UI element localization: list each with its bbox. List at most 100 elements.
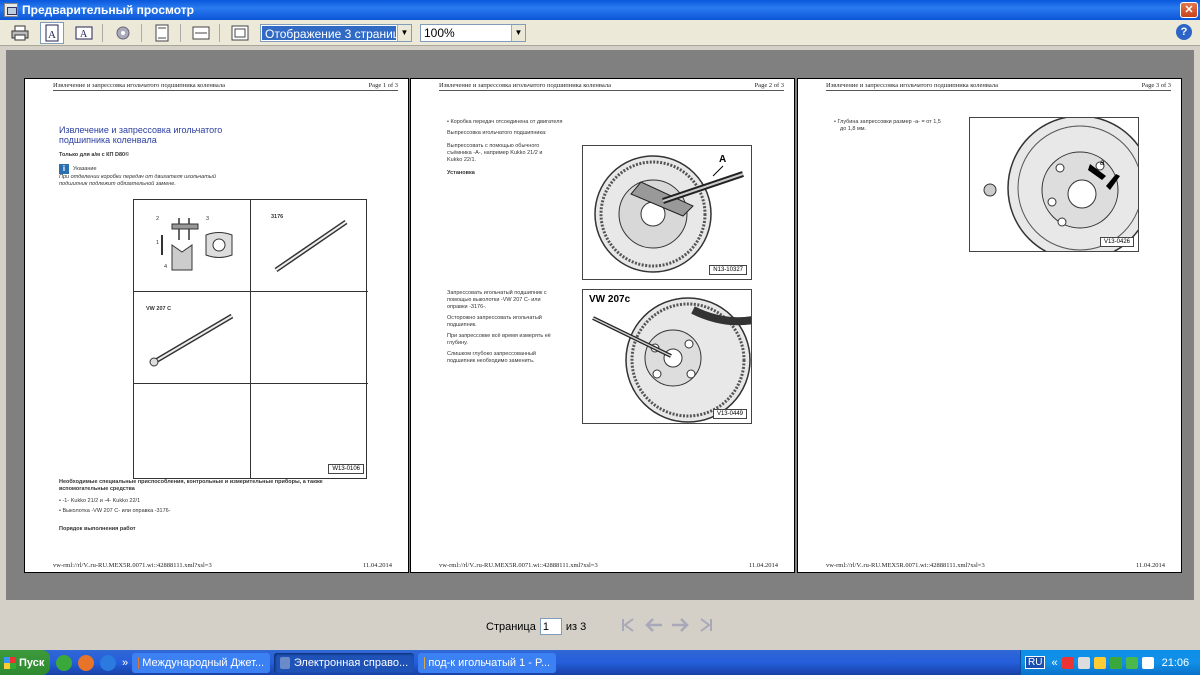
portrait-button[interactable]: A xyxy=(40,21,64,44)
figure-code: N13-10327 xyxy=(709,265,747,275)
system-tray: RU « 21:06 xyxy=(1020,650,1200,675)
page-number: Page 2 of 3 xyxy=(754,82,784,89)
taskbar-item-browser[interactable]: Международный Джет... xyxy=(132,652,271,673)
depth-figure: a V13-0426 xyxy=(969,117,1139,252)
puller-tool-drawing xyxy=(161,218,233,271)
whole-page-icon xyxy=(231,25,249,40)
page-number-input[interactable] xyxy=(539,618,562,635)
page-header-title: Извлечение и запрессовка игольчатого под… xyxy=(53,82,225,89)
window-title: Предварительный просмотр xyxy=(22,3,194,17)
note-text-1: При отделении коробки передач от двигате… xyxy=(59,174,216,180)
grid-cell xyxy=(134,384,251,478)
flywheel-depth-illustration xyxy=(983,118,1138,251)
window-title-bar[interactable]: Предварительный просмотр ✕ xyxy=(0,0,1200,20)
page-footer-url: vw-rml://rl/V..ru-RU.MEX5R.0071.wi::4288… xyxy=(53,562,212,569)
note-label: Указание xyxy=(73,165,97,172)
arrow-right-icon xyxy=(672,618,689,632)
article-title-line-2: подшипника коленвала xyxy=(59,135,157,145)
callout-1: 1 xyxy=(156,240,160,246)
figure-code: V13-0449 xyxy=(712,409,747,419)
taskbar-item-label: Электронная справо... xyxy=(293,656,409,669)
landscape-button[interactable]: A xyxy=(72,22,96,44)
preview-page-3: Извлечение и запрессовка игольчатого под… xyxy=(797,78,1182,573)
tools-heading-2: вспомогательные средства xyxy=(59,486,135,492)
taskbar-item-help[interactable]: Электронная справо... xyxy=(274,652,415,673)
page-setup-button[interactable] xyxy=(111,22,135,44)
header-footer-button[interactable] xyxy=(150,22,174,44)
page-width-button[interactable] xyxy=(189,22,213,44)
safely-remove-icon[interactable] xyxy=(1141,656,1154,669)
volume-icon[interactable] xyxy=(1093,656,1106,669)
whole-page-button[interactable] xyxy=(228,22,252,44)
preview-area[interactable]: Извлечение и запрессовка игольчатого под… xyxy=(6,50,1194,600)
page-number: Page 3 of 3 xyxy=(1141,82,1171,89)
puller-figure: A N13-10327 xyxy=(582,145,752,280)
last-page-button[interactable] xyxy=(696,615,716,635)
page-footer-date: 11.04.2014 xyxy=(748,562,778,569)
display-mode-value: Отображение 3 страниц xyxy=(262,25,396,40)
step-careful-2: подшипник. xyxy=(447,322,477,328)
utorrent-icon[interactable] xyxy=(56,654,72,671)
grid-cell: VW 207 C xyxy=(134,292,251,384)
page-selector: Страница из 3 xyxy=(486,618,586,635)
svg-text:A: A xyxy=(48,29,56,41)
print-button[interactable] xyxy=(8,22,32,44)
update-icon[interactable] xyxy=(1125,656,1138,669)
callout-4: 4 xyxy=(164,264,168,270)
quicklaunch-overflow[interactable]: » xyxy=(122,657,128,669)
callout-a: a xyxy=(1100,158,1105,167)
start-button[interactable]: Пуск xyxy=(0,650,50,675)
toolbar: A A Отображение 3 страниц ▼ 100% ▼ ? xyxy=(0,20,1200,46)
printer-icon xyxy=(11,25,29,40)
last-page-icon xyxy=(700,618,712,632)
callout-a: A xyxy=(719,154,727,165)
first-page-button[interactable] xyxy=(618,615,638,635)
step-measure-2: глубину. xyxy=(447,340,468,346)
drift-punch-drawing xyxy=(149,313,234,367)
preview-page-1: Извлечение и запрессовка игольчатого под… xyxy=(24,78,409,573)
tray-expand-button[interactable]: « xyxy=(1051,657,1057,669)
help-button[interactable]: ? xyxy=(1176,24,1192,40)
toolbar-separator xyxy=(102,23,103,42)
chevron-down-icon[interactable]: ▼ xyxy=(397,24,411,41)
step-remove-1: Выпрессовать с помощью обычного xyxy=(447,143,540,149)
toolbar-separator xyxy=(180,23,181,42)
figure-code: W13-0106 xyxy=(328,464,364,474)
portrait-page-icon: A xyxy=(45,24,59,41)
grid-cell: 2 3 1 4 xyxy=(134,200,251,292)
antivirus-icon[interactable] xyxy=(1061,656,1074,669)
zoom-select[interactable]: 100% ▼ xyxy=(420,23,526,42)
firefox-icon[interactable] xyxy=(78,654,94,671)
internet-explorer-icon[interactable] xyxy=(100,654,116,671)
page-total-label: из 3 xyxy=(565,620,587,633)
previous-page-button[interactable] xyxy=(644,615,664,635)
taskbar-item-paint[interactable]: под-к игольчатый 1 - P... xyxy=(418,652,557,673)
chevron-down-icon[interactable]: ▼ xyxy=(511,24,525,41)
mandrel-drawing xyxy=(274,219,348,273)
taskbar-item-label: под-к игольчатый 1 - P... xyxy=(428,656,551,669)
close-button[interactable]: ✕ xyxy=(1180,2,1198,18)
help-app-icon xyxy=(280,656,290,669)
page-number: Page 1 of 3 xyxy=(368,82,398,89)
clock: 21:06 xyxy=(1161,656,1190,669)
network-icon[interactable] xyxy=(1077,656,1090,669)
bullet-depth: • Глубина запрессовки размер -а- = от 1,… xyxy=(834,119,941,125)
page-label: Страница xyxy=(486,620,536,633)
warning-2: подшипник необходимо заменить. xyxy=(447,358,535,364)
display-mode-select[interactable]: Отображение 3 страниц ▼ xyxy=(260,23,412,42)
windows-logo-icon xyxy=(4,656,16,669)
toolbar-separator xyxy=(141,23,142,42)
page-footer-url: vw-rml://rl/V..ru-RU.MEX5R.0071.wi::4288… xyxy=(826,562,985,569)
article-title-line-1: Извлечение и запрессовка игольчатого xyxy=(59,125,223,135)
tools-heading-1: Необходимые специальные приспособления, … xyxy=(59,479,323,485)
drift-figure: VW 207c V13-0449 xyxy=(582,289,752,424)
utorrent-tray-icon[interactable] xyxy=(1109,656,1122,669)
toolbar-separator xyxy=(219,23,220,42)
taskbar-item-label: Международный Джет... xyxy=(142,656,265,669)
page-footer: vw-rml://rl/V..ru-RU.MEX5R.0071.wi::4288… xyxy=(826,562,1165,569)
tool-item-1: • -1- Kukko 21/2 и -4- Kukko 22/1 xyxy=(59,498,141,504)
gear-icon xyxy=(116,26,130,39)
next-page-button[interactable] xyxy=(670,615,690,635)
step-press-2: помощью выколотки -VW 207 C- или xyxy=(447,297,541,303)
language-indicator[interactable]: RU xyxy=(1025,656,1046,669)
